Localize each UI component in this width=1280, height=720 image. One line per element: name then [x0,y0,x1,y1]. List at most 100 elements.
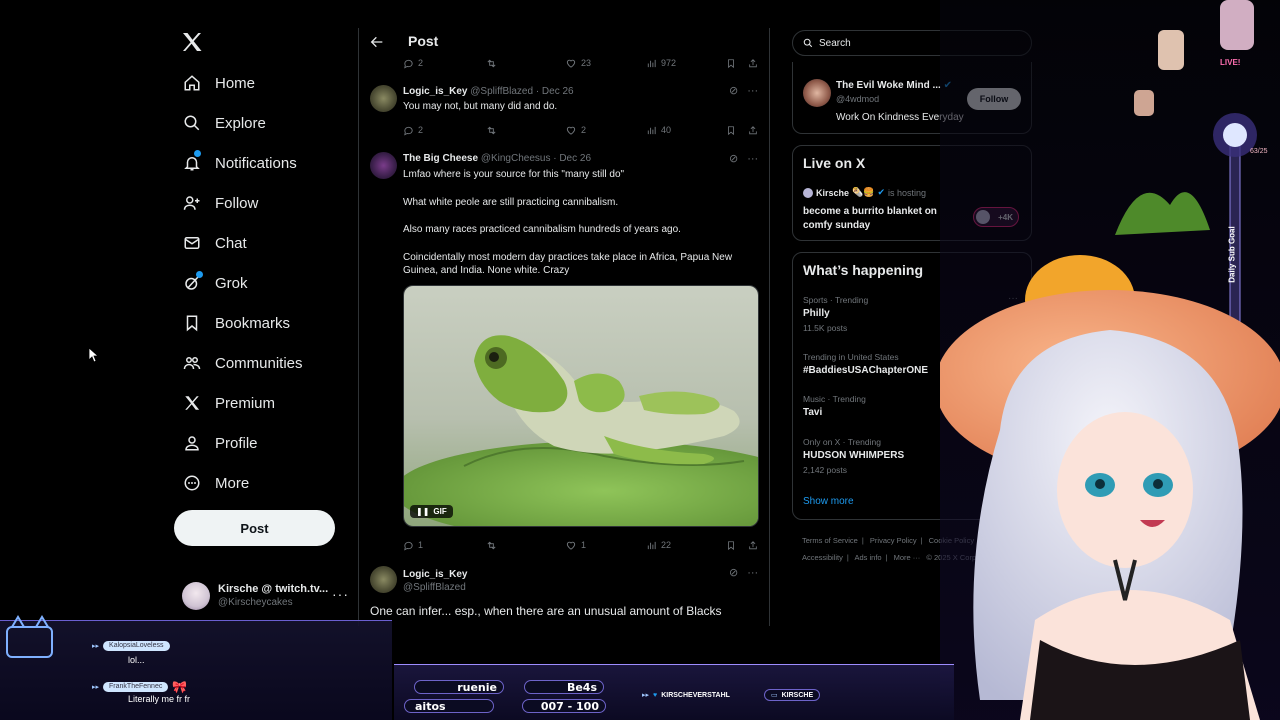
avatar [803,79,831,107]
bookmark-button[interactable] [726,540,740,551]
separator: | [920,536,923,545]
author-name[interactable]: Logic_is_Key [403,86,467,97]
play-icon: ▸▸ [642,692,650,699]
post-header: Post [359,28,769,56]
trend-item[interactable]: Only on X · Trending HUDSON WHIMPERS 2,1… [803,435,904,477]
communities-icon [182,353,202,373]
more-dots-icon[interactable]: ··· [747,153,758,165]
person-icon [182,433,202,453]
repost-button[interactable] [485,58,502,69]
nav-communities[interactable]: Communities [182,347,303,379]
host-avatar [803,187,813,198]
listener-count[interactable]: +4K [973,207,1019,227]
trend-item[interactable]: Sports · Trending Philly 11.5K posts [803,293,868,335]
reply-count: 2 [418,58,424,68]
trend-category: Sports · Trending [803,295,869,305]
nav-bookmarks[interactable]: Bookmarks [182,307,290,339]
account-name: Kirsche @ twitch.tv... [218,583,329,595]
more-dots-icon[interactable]: ··· [747,567,758,579]
search-bar[interactable] [792,30,1032,56]
more-dots-icon[interactable]: ··· [1008,293,1018,304]
nav-grok[interactable]: Grok [182,267,248,299]
follow-icon [182,193,202,213]
nav-explore[interactable]: Explore [182,107,266,139]
nav-more[interactable]: More [182,467,249,499]
live-host-row: Kirsche 🌯🍔 ✔ is hosting [803,187,926,198]
like-button[interactable]: 2 [565,125,586,136]
reply-button[interactable]: 2 [403,125,423,136]
nav-profile[interactable]: Profile [182,427,258,459]
grok-icon[interactable]: ⊘ [729,84,738,97]
like-button[interactable]: 23 [565,58,591,69]
more-dots-icon[interactable]: ··· [332,586,349,602]
verified-icon: ✔ [877,187,885,197]
show-more-link[interactable]: Show more [803,496,854,507]
post-button[interactable]: Post [174,510,335,546]
author-meta: @SpliffBlazed · Dec 26 [470,86,574,97]
space-title[interactable]: become a burrito blanket on comfy sunday [803,205,953,233]
x-logo-icon [182,393,202,413]
like-button[interactable]: 1 [565,540,586,551]
share-button[interactable] [748,125,762,136]
views-button[interactable]: 40 [646,125,671,136]
share-button[interactable] [748,58,762,69]
gif-badge[interactable]: ❚❚ GIF [410,505,453,518]
author-meta: @KingCheesus · Dec 26 [480,153,592,164]
like-count: 2 [581,125,587,135]
nav-notifications[interactable]: Notifications [182,147,297,179]
more-link[interactable]: More ··· [894,553,921,562]
play-icon: ▸▸ [92,643,100,650]
trend-name: HUDSON WHIMPERS [803,450,905,461]
reply-button[interactable]: 2 [403,58,423,69]
action-bar: 1 1 22 [403,538,757,552]
bookmark-button[interactable] [726,125,740,136]
ads-info-link[interactable]: Ads info [854,553,881,562]
trend-category: Trending in United States [803,352,899,362]
tweet-paragraph: Lmfao where is your source for this "man… [403,169,625,180]
nav-chat[interactable]: Chat [182,227,247,259]
x-logo-icon[interactable] [180,30,204,54]
bookmark-button[interactable] [726,58,740,69]
views-button[interactable]: 972 [646,58,676,69]
author-name[interactable]: The Big Cheese [403,153,478,164]
nav-home[interactable]: Home [182,67,255,99]
separator: | [861,536,864,545]
page-title: Post [408,33,439,49]
accessibility-link[interactable]: Accessibility [802,553,843,562]
more-dots-icon[interactable]: ··· [747,85,758,97]
chat-username: FrankTheFennec [103,682,169,692]
view-count: 40 [661,125,672,135]
nav-follow[interactable]: Follow [182,187,258,219]
account-switcher[interactable]: Kirsche @ twitch.tv... @Kirscheycakes ··… [182,578,352,614]
action-bar: 2 23 972 [403,56,757,70]
trend-name: Tavi [803,407,823,418]
back-arrow-icon[interactable] [369,34,385,50]
author-name[interactable]: Logic_is_Key [403,569,467,580]
views-button[interactable]: 22 [646,540,671,551]
grok-icon[interactable]: ⊘ [729,152,738,165]
trend-item[interactable]: Trending in United States #BaddiesUSACha… [803,350,928,378]
avatar [370,152,397,179]
tweet-tools: ⊘ ··· [729,152,758,166]
search-input[interactable] [819,37,1009,49]
cursor-icon [89,348,99,363]
follow-button[interactable]: Follow [967,88,1021,110]
tweet-header: Logic_is_Key @SpliffBlazed · Dec 26 [403,86,574,97]
trend-item[interactable]: Music · Trending Tavi [803,392,866,420]
reply-button[interactable]: 1 [403,540,423,551]
repost-button[interactable] [485,540,502,551]
gif-media[interactable]: ❚❚ GIF [403,285,759,527]
privacy-link[interactable]: Privacy Policy [870,536,917,545]
terms-link[interactable]: Terms of Service [802,536,858,545]
bird-icon: ♥ [653,691,658,699]
pause-icon[interactable]: ❚❚ [416,507,429,516]
bell-icon [182,150,202,173]
share-button[interactable] [748,540,762,551]
grok-icon[interactable]: ⊘ [729,566,738,579]
follow-suggestion-name[interactable]: The Evil Woke Mind ... ✔ [836,80,952,91]
avatar [182,582,210,610]
nav-premium[interactable]: Premium [182,387,275,419]
cookie-link[interactable]: Cookie Policy [929,536,974,545]
nav-label: Notifications [215,154,297,172]
repost-button[interactable] [485,125,502,136]
